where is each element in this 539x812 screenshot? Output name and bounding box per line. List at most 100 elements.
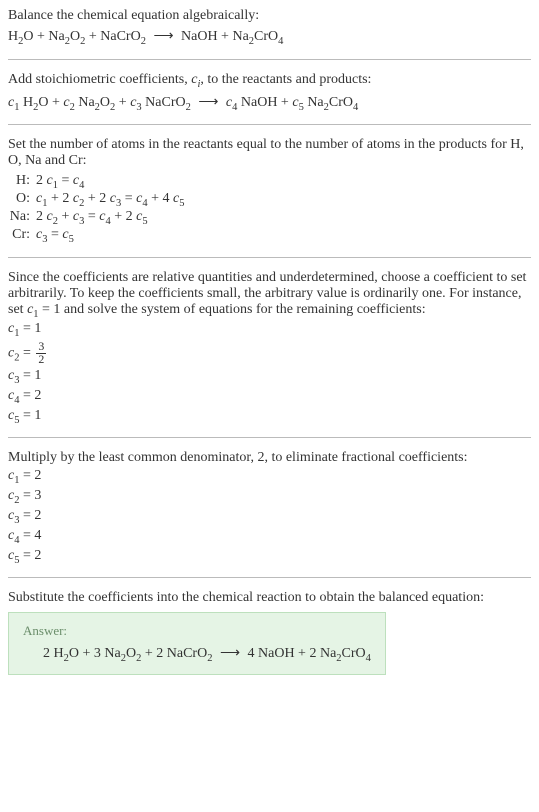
eq-part: + 2 <box>47 191 72 206</box>
eq-sub: 2 <box>141 36 146 47</box>
eq-part: H <box>8 29 18 44</box>
eq-part: + 2 <box>111 209 136 224</box>
eq-part: CrO <box>329 95 353 110</box>
coeff-sub: 5 <box>69 234 74 245</box>
atoms-section: Set the number of atoms in the reactants… <box>8 137 531 244</box>
atom-table: H: 2 c1 = c4 O: c1 + 2 c2 + 2 c3 = c4 + … <box>8 173 531 244</box>
coeff-list: c1 = 1 c2 = 32 c3 = 1 c4 = 2 c5 = 1 <box>8 321 531 425</box>
coeff-line: c4 = 4 <box>8 528 531 546</box>
coeff-val: = 1 <box>19 408 41 423</box>
coeff-line: c3 = 2 <box>8 508 531 526</box>
divider <box>8 577 531 578</box>
divider <box>8 59 531 60</box>
coeff-val: = 2 <box>19 548 41 563</box>
coeff-val: = 2 <box>19 508 41 523</box>
coeff-val: = 1 <box>19 321 41 336</box>
eq-part: O + Na <box>23 29 64 44</box>
coeff-line: c2 = 32 <box>8 341 531 366</box>
eq-part: O + <box>38 95 63 110</box>
eq-part: Na <box>75 95 95 110</box>
eq-part: 2 H <box>43 646 64 661</box>
coeff-line: c1 = 1 <box>8 321 531 339</box>
eq-part: 2 <box>36 209 47 224</box>
atom-label: Cr: <box>8 227 36 243</box>
eq-part: O <box>70 29 80 44</box>
coeff-val: = 2 <box>19 388 41 403</box>
eq-sub: 4 <box>366 653 371 664</box>
substitute-section: Substitute the coefficients into the che… <box>8 590 531 675</box>
coeff-val: = 1 <box>19 368 41 383</box>
atoms-intro: Set the number of atoms in the reactants… <box>8 137 531 169</box>
eq-part: = <box>58 173 73 188</box>
stoich-text: Add stoichiometric coefficients, ci, to … <box>8 72 531 90</box>
answer-box: Answer: 2 H2O + 3 Na2O2 + 2 NaCrO2 ⟶ 4 N… <box>8 612 386 675</box>
eq-part: NaOH + Na <box>181 29 249 44</box>
text-part: Add stoichiometric coefficients, <box>8 72 191 87</box>
eq-part: = <box>47 227 62 242</box>
answer-equation: 2 H2O + 3 Na2O2 + 2 NaCrO2 ⟶ 4 NaOH + 2 … <box>23 645 371 664</box>
coeff-sub: 4 <box>79 180 84 191</box>
coeff-val: = 4 <box>19 528 41 543</box>
intro-equation: H2O + Na2O2 + NaCrO2 ⟶ NaOH + Na2CrO4 <box>8 28 531 47</box>
eq-part: = <box>84 209 99 224</box>
coeff-line: c4 = 2 <box>8 388 531 406</box>
coeff-line: c5 = 1 <box>8 408 531 426</box>
eq-sub: 4 <box>353 101 358 112</box>
eq-part: + <box>115 95 130 110</box>
text-part: = 1 and solve the system of equations fo… <box>39 302 426 317</box>
stoich-section: Add stoichiometric coefficients, ci, to … <box>8 72 531 113</box>
substitute-text: Substitute the coefficients into the che… <box>8 590 531 606</box>
coeff-line: c3 = 1 <box>8 368 531 386</box>
eq-part: NaCrO <box>142 95 186 110</box>
eq-sub: 2 <box>186 101 191 112</box>
intro-section: Balance the chemical equation algebraica… <box>8 8 531 47</box>
eq-part: NaOH + <box>237 95 292 110</box>
stoich-equation: c1 H2O + c2 Na2O2 + c3 NaCrO2 ⟶ c4 NaOH … <box>8 94 531 113</box>
atom-row-na: Na: 2 c2 + c3 = c4 + 2 c5 <box>8 209 531 227</box>
atom-row-h: H: 2 c1 = c4 <box>8 173 531 191</box>
coeff-list: c1 = 2 c2 = 3 c3 = 2 c4 = 4 c5 = 2 <box>8 468 531 565</box>
eq-part: + 2 NaCrO <box>141 646 207 661</box>
eq-part: 2 <box>36 173 47 188</box>
coeff-sub: 5 <box>179 198 184 209</box>
arrow-icon: ⟶ <box>220 646 240 661</box>
atom-equation: c3 = c5 <box>36 227 531 245</box>
multiply-text: Multiply by the least common denominator… <box>8 450 531 466</box>
atom-equation: 2 c2 + c3 = c4 + 2 c5 <box>36 209 531 227</box>
eq-part: Na <box>304 95 324 110</box>
eq-part: + NaCrO <box>85 29 140 44</box>
text-part: , to the reactants and products: <box>200 72 371 87</box>
coeff-line: c1 = 2 <box>8 468 531 486</box>
arbitrary-section: Since the coefficients are relative quan… <box>8 270 531 426</box>
eq-part: + <box>58 209 73 224</box>
eq-part: H <box>19 95 33 110</box>
multiply-section: Multiply by the least common denominator… <box>8 450 531 565</box>
fraction: 32 <box>36 341 46 366</box>
arbitrary-text: Since the coefficients are relative quan… <box>8 270 531 320</box>
coeff-sub: 5 <box>142 216 147 227</box>
eq-part: CrO <box>254 29 278 44</box>
atom-row-cr: Cr: c3 = c5 <box>8 227 531 245</box>
eq-part: CrO <box>342 646 366 661</box>
coeff-line: c2 = 3 <box>8 488 531 506</box>
fraction-den: 2 <box>36 354 46 366</box>
atom-label: H: <box>8 173 36 189</box>
coeff-line: c5 = 2 <box>8 548 531 566</box>
coeff-val: = 3 <box>19 488 41 503</box>
intro-text: Balance the chemical equation algebraica… <box>8 8 531 24</box>
atom-row-o: O: c1 + 2 c2 + 2 c3 = c4 + 4 c5 <box>8 191 531 209</box>
eq-sub: 4 <box>278 36 283 47</box>
eq-part: O <box>126 646 136 661</box>
answer-label: Answer: <box>23 623 371 639</box>
eq-part: O + 3 Na <box>69 646 121 661</box>
arrow-icon: ⟶ <box>153 29 173 44</box>
coeff-val: = <box>19 346 34 361</box>
divider <box>8 257 531 258</box>
atom-equation: 2 c1 = c4 <box>36 173 531 191</box>
divider <box>8 437 531 438</box>
eq-part: = <box>121 191 136 206</box>
eq-part: + 2 <box>84 191 109 206</box>
atom-equation: c1 + 2 c2 + 2 c3 = c4 + 4 c5 <box>36 191 531 209</box>
eq-sub: 2 <box>207 653 212 664</box>
coeff-val: = 2 <box>19 468 41 483</box>
